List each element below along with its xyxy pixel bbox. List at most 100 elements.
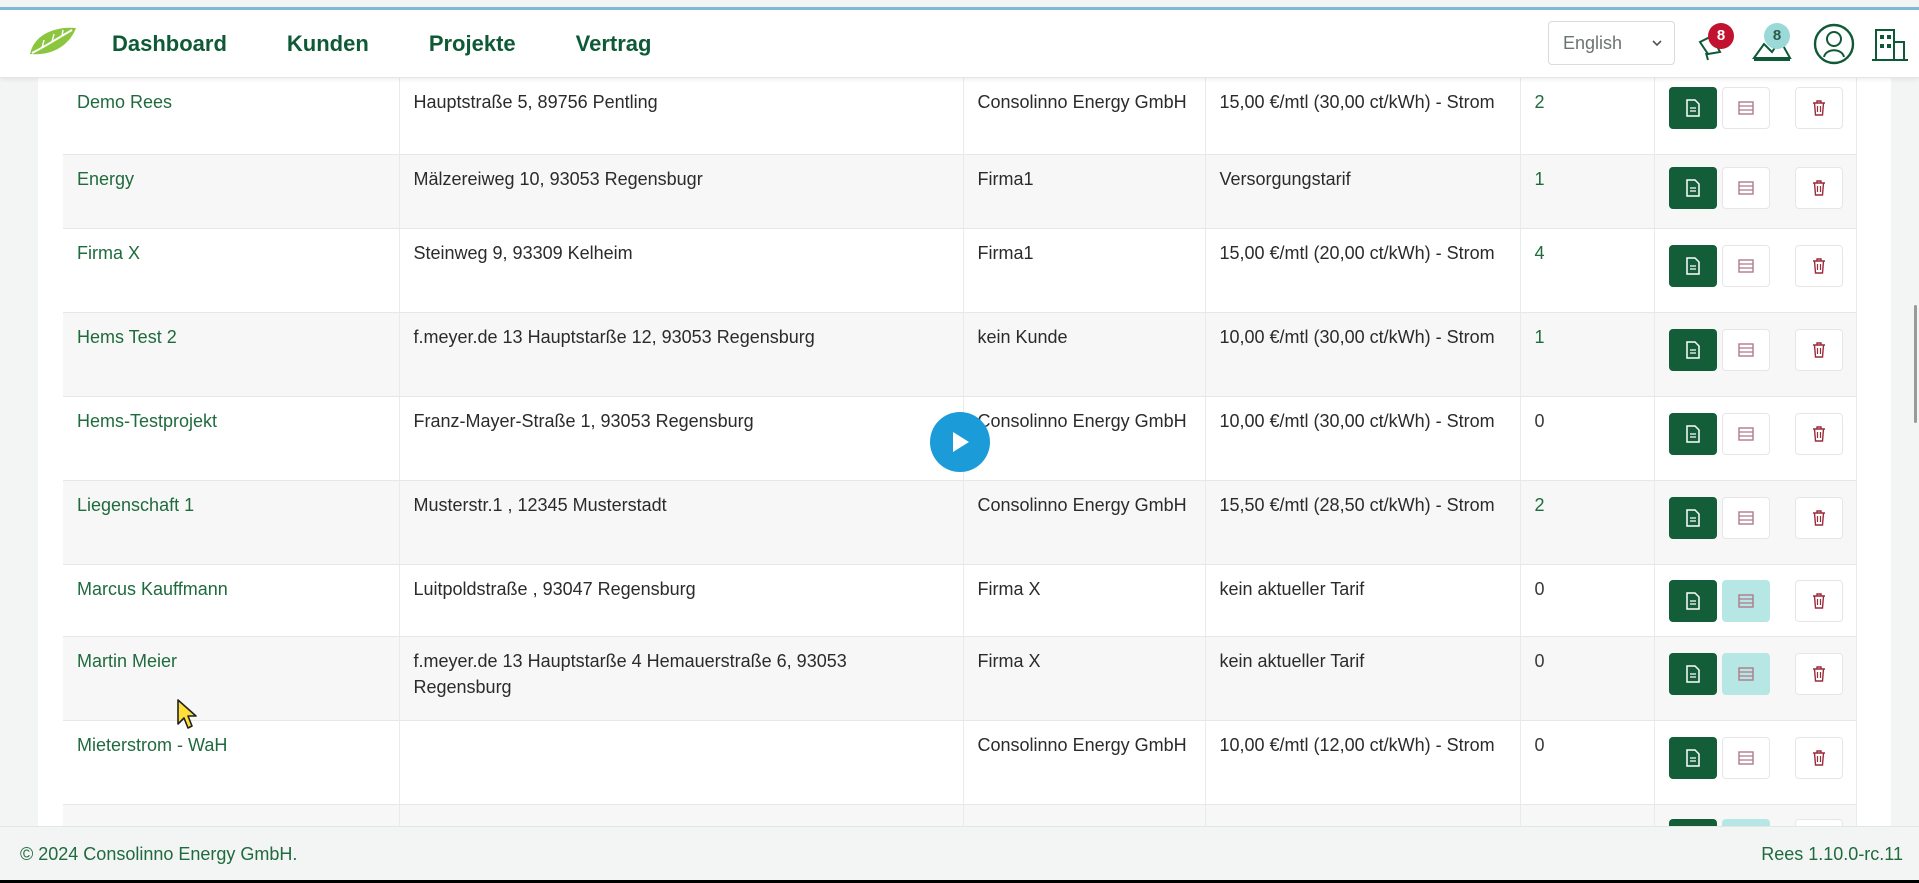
project-customer: Consolinno Energy GmbH	[963, 396, 1206, 481]
leaf-logo-icon[interactable]	[26, 24, 78, 58]
open-document-button[interactable]	[1668, 244, 1717, 287]
project-name-link[interactable]: Hems Test 2	[63, 312, 400, 397]
open-document-button[interactable]	[1668, 87, 1717, 129]
scrollbar-thumb[interactable]	[1914, 305, 1917, 423]
list-details-button[interactable]	[1721, 579, 1770, 622]
user-avatar-icon	[1813, 23, 1855, 65]
trash-icon	[1812, 665, 1825, 682]
language-select[interactable]: English	[1548, 21, 1675, 65]
project-customer: kein Kunde	[963, 312, 1206, 397]
document-icon	[1685, 508, 1700, 527]
project-name-link[interactable]	[63, 804, 400, 826]
list-details-button[interactable]	[1721, 652, 1770, 695]
project-tariff: kein aktueller Tarif	[1205, 636, 1521, 721]
delete-button[interactable]	[1794, 412, 1843, 455]
document-icon	[1685, 256, 1700, 275]
list-details-button[interactable]	[1721, 328, 1770, 371]
delete-button[interactable]	[1794, 496, 1843, 539]
list-details-button[interactable]	[1721, 818, 1770, 826]
trash-icon	[1812, 257, 1825, 274]
project-tariff: kein aktueller Tarif	[1205, 564, 1521, 637]
delete-button[interactable]	[1794, 579, 1843, 622]
table-row[interactable]: Martin Meier f.meyer.de 13 Hauptstarße 4 …	[63, 636, 1857, 721]
open-document-button[interactable]	[1668, 818, 1717, 826]
list-icon	[1737, 750, 1754, 765]
project-tariff: 10,00 €/mtl (30,00 ct/kWh) - Strom	[1205, 396, 1521, 481]
project-name-link[interactable]: Energy	[63, 154, 400, 229]
open-document-button[interactable]	[1668, 166, 1717, 209]
list-details-button[interactable]	[1721, 412, 1770, 455]
project-customer: Firma X	[963, 636, 1206, 721]
project-name-link[interactable]: Liegenschaft 1	[63, 480, 400, 565]
list-icon	[1737, 666, 1754, 681]
project-name-link[interactable]: Hems-Testprojekt	[63, 396, 400, 481]
trash-icon	[1812, 592, 1825, 609]
document-icon	[1685, 99, 1700, 117]
project-name-link[interactable]: Demo Rees	[63, 78, 400, 155]
project-name-link[interactable]: Mieterstrom - WaH	[63, 720, 400, 805]
open-document-button[interactable]	[1668, 328, 1717, 371]
list-details-button[interactable]	[1721, 166, 1770, 209]
nav-kunden[interactable]: Kunden	[287, 31, 369, 57]
table-row[interactable]: Energy Mälzereiweg 10, 93053 Regensbugr Fi…	[63, 154, 1857, 229]
tasks-badge: 8	[1764, 23, 1790, 49]
table-row[interactable]: Demo Rees Hauptstraße 5, 89756 Pentling Co…	[63, 78, 1857, 155]
project-name-link[interactable]: Martin Meier	[63, 636, 400, 721]
nav-projekte[interactable]: Projekte	[429, 31, 516, 57]
list-icon	[1737, 180, 1754, 195]
project-address: Musterstr.1 , 12345 Musterstadt	[399, 480, 964, 565]
project-customer: Firma1	[963, 228, 1206, 313]
row-actions	[1654, 396, 1857, 481]
open-document-button[interactable]	[1668, 496, 1717, 539]
row-actions	[1654, 154, 1857, 229]
delete-button[interactable]	[1794, 328, 1843, 371]
open-document-button[interactable]	[1668, 412, 1717, 455]
table-row[interactable]: Firma X Steinweg 9, 93309 Kelheim Firma1 15…	[63, 228, 1857, 313]
language-select-value: English	[1563, 32, 1623, 53]
chevron-down-icon	[1652, 40, 1662, 47]
document-icon	[1685, 664, 1700, 683]
table-row[interactable]: Hems Test 2 f.meyer.de 13 Hauptstarße 12,…	[63, 312, 1857, 397]
row-actions	[1654, 480, 1857, 565]
list-details-button[interactable]	[1721, 87, 1770, 129]
delete-button[interactable]	[1794, 736, 1843, 779]
nav-vertrag[interactable]: Vertrag	[576, 31, 652, 57]
notifications-button[interactable]: 8	[1692, 22, 1736, 66]
video-play-button[interactable]	[930, 412, 990, 472]
user-profile-button[interactable]	[1812, 22, 1856, 66]
project-name-link[interactable]: Firma X	[63, 228, 400, 313]
table-row[interactable]: Mieterstrom - WaH Consolinno Energy GmbH 1…	[63, 720, 1857, 805]
trash-icon	[1812, 425, 1825, 442]
open-document-button[interactable]	[1668, 652, 1717, 695]
main-nav: Dashboard Kunden Projekte Vertrag	[112, 10, 711, 78]
project-tariff: 10,00 €/mtl (30,00 ct/kWh) - Strom	[1205, 312, 1521, 397]
table-row[interactable]: Liegenschaft 1 Musterstr.1 , 12345 Muster…	[63, 480, 1857, 565]
list-details-button[interactable]	[1721, 496, 1770, 539]
delete-button[interactable]	[1794, 87, 1843, 129]
table-row[interactable]: Marcus Kauffmann Luitpoldstraße , 93047 R…	[63, 564, 1857, 637]
delete-button[interactable]	[1794, 652, 1843, 695]
document-icon	[1685, 748, 1700, 767]
list-details-button[interactable]	[1721, 736, 1770, 779]
list-details-button[interactable]	[1721, 244, 1770, 287]
row-actions	[1654, 720, 1857, 805]
delete-button[interactable]	[1794, 818, 1843, 826]
nav-dashboard[interactable]: Dashboard	[112, 31, 227, 57]
project-address: Hauptstraße 5, 89756 Pentling	[399, 78, 964, 155]
building-button[interactable]	[1868, 22, 1912, 66]
project-count: 0	[1520, 636, 1655, 721]
project-tariff: 10,00 €/mtl (12,00 ct/kWh) - Strom	[1205, 720, 1521, 805]
tasks-button[interactable]: 8	[1750, 22, 1794, 66]
open-document-button[interactable]	[1668, 579, 1717, 622]
document-icon	[1685, 178, 1700, 197]
notifications-badge: 8	[1708, 23, 1734, 49]
project-count: 4	[1520, 228, 1655, 313]
delete-button[interactable]	[1794, 244, 1843, 287]
open-document-button[interactable]	[1668, 736, 1717, 779]
project-name-link[interactable]: Marcus Kauffmann	[63, 564, 400, 637]
vertical-scrollbar[interactable]	[1907, 78, 1919, 826]
row-actions	[1654, 564, 1857, 637]
building-icon	[1872, 29, 1908, 61]
table-row[interactable]	[63, 804, 1857, 826]
delete-button[interactable]	[1794, 166, 1843, 209]
